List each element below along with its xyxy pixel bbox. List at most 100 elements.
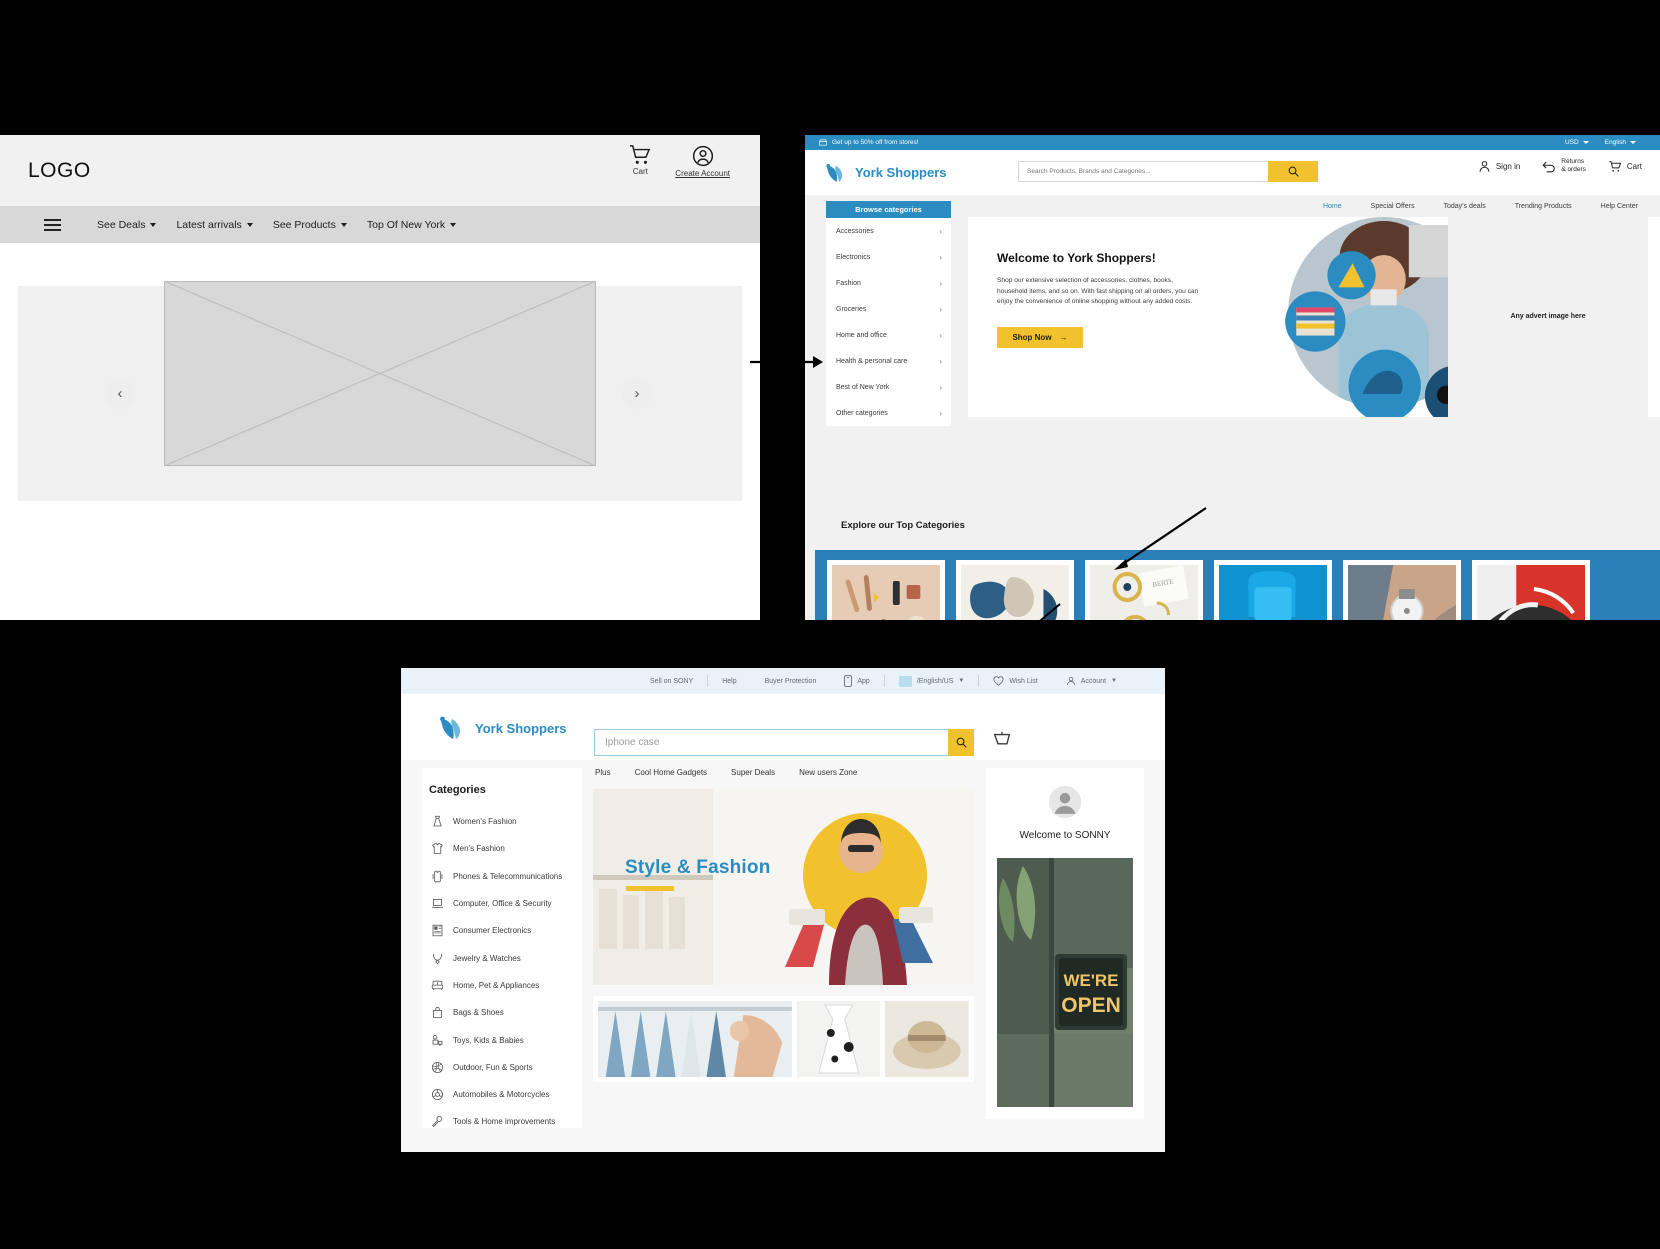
open-sign-image: WE'RE OPEN bbox=[997, 858, 1133, 1107]
placeholder-cross-icon bbox=[163, 280, 597, 467]
top-category-card-wristwatches[interactable]: Wristwatches bbox=[1343, 560, 1461, 620]
advert-placeholder: Any advert image here bbox=[1448, 217, 1648, 417]
category-item-health-personal-care[interactable]: Health & personal care › bbox=[826, 348, 951, 374]
style-fashion-banner[interactable]: Style & Fashion bbox=[593, 789, 974, 985]
brand-logo[interactable]: York Shoppers bbox=[823, 161, 947, 185]
nav-tab-special-offers[interactable]: Special Offers bbox=[1371, 203, 1415, 210]
sidebar-label: Women's Fashion bbox=[453, 817, 517, 827]
cart-button[interactable]: Cart bbox=[1608, 160, 1642, 173]
svg-text:WE'RE: WE'RE bbox=[1063, 971, 1118, 990]
user-circle-icon bbox=[692, 145, 713, 167]
chevron-right-icon: › bbox=[939, 304, 942, 314]
bag-icon bbox=[433, 1007, 442, 1018]
sidebar-item-womens-fashion[interactable]: Women's Fashion bbox=[422, 808, 582, 835]
sidebar-item-outdoor-fun-sports[interactable]: Outdoor, Fun & Sports bbox=[422, 1054, 582, 1081]
category-image-mens-sneakers bbox=[1477, 565, 1585, 620]
tab-new-users-zone[interactable]: New users Zone bbox=[799, 768, 857, 777]
sidebar-item-home-pet-appliances[interactable]: Home, Pet & Appliances bbox=[422, 972, 582, 999]
thumbnail-dress[interactable] bbox=[796, 1001, 881, 1077]
buyer-protection-link[interactable]: Buyer Protection bbox=[751, 678, 831, 685]
carousel-next-button[interactable]: › bbox=[622, 378, 652, 409]
search-button[interactable] bbox=[1268, 161, 1318, 182]
category-image-furniture bbox=[1219, 565, 1327, 620]
sidebar-label: Automobiles & Motorcycles bbox=[453, 1090, 550, 1100]
top-category-card-fashion[interactable]: Fashion bbox=[956, 560, 1074, 620]
thumbnail-clothes-rack[interactable] bbox=[598, 1001, 792, 1077]
sidebar-item-consumer-electronics[interactable]: Consumer Electronics bbox=[422, 917, 582, 944]
language-selector[interactable]: English bbox=[1605, 139, 1636, 146]
sidebar-item-jewelry-watches[interactable]: Jewelry & Watches bbox=[422, 944, 582, 971]
nav-item-see-deals[interactable]: See Deals bbox=[97, 219, 157, 231]
category-label: Health & personal care bbox=[836, 357, 908, 365]
wish-list-link[interactable]: Wish List bbox=[979, 676, 1051, 686]
sell-on-sony-link[interactable]: Sell on SONY bbox=[636, 678, 707, 685]
nav-tab-help-center[interactable]: Help Center bbox=[1601, 203, 1638, 210]
app-link[interactable]: App bbox=[830, 675, 883, 687]
returns-orders-button[interactable]: Returns & orders bbox=[1542, 158, 1586, 174]
carousel-prev-button[interactable]: ‹ bbox=[105, 378, 135, 409]
user-icon bbox=[1479, 160, 1490, 172]
account-menu[interactable]: Account ▼ bbox=[1052, 676, 1131, 686]
tab-cool-home-gadgets[interactable]: Cool Home Gadgets bbox=[635, 768, 707, 777]
sidebar-item-phones-telecommunications[interactable]: Phones & Telecommunications bbox=[422, 863, 582, 890]
nav-item-top-of-new-york[interactable]: Top Of New York bbox=[367, 219, 457, 231]
nav-tab-home[interactable]: Home bbox=[1323, 203, 1342, 210]
category-label: Accessories bbox=[836, 227, 874, 235]
top-category-card-furniture[interactable]: Furniture bbox=[1214, 560, 1332, 620]
category-item-groceries[interactable]: Groceries › bbox=[826, 296, 951, 322]
category-item-accessories[interactable]: Accessories › bbox=[826, 218, 951, 244]
cart-button[interactable]: Cart bbox=[629, 145, 651, 178]
hero-image-placeholder bbox=[163, 280, 597, 467]
thumbnail-hat[interactable] bbox=[885, 1001, 969, 1077]
sidebar-item-bags-shoes[interactable]: Bags & Shoes bbox=[422, 999, 582, 1026]
wireframe-header: LOGO Cart Create Account bbox=[0, 135, 760, 206]
sidebar-label: Phones & Telecommunications bbox=[453, 871, 563, 881]
nav-item-latest-arrivals[interactable]: Latest arrivals bbox=[176, 219, 253, 231]
sidebar-item-computer-office-security[interactable]: Computer, Office & Security bbox=[422, 890, 582, 917]
brand-logo[interactable]: York Shoppers bbox=[436, 713, 567, 743]
top-category-card-mens-sneakers[interactable]: Men's sneakers bbox=[1472, 560, 1590, 620]
sidebar-label: Toys, Kids & Babies bbox=[453, 1035, 524, 1045]
sidebar-label: Jewelry & Watches bbox=[453, 953, 521, 963]
chevron-down-icon: ▼ bbox=[1111, 678, 1117, 684]
search-button[interactable] bbox=[948, 729, 974, 756]
category-item-fashion[interactable]: Fashion › bbox=[826, 270, 951, 296]
nav-tab-todays-deals[interactable]: Today's deals bbox=[1444, 203, 1486, 210]
hamburger-menu-icon[interactable] bbox=[44, 218, 61, 231]
sidebar-item-toys-kids-babies[interactable]: Toys, Kids & Babies bbox=[422, 1026, 582, 1053]
sidebar-item-tools-home-improvements[interactable]: Tools & Home improvements bbox=[422, 1108, 582, 1135]
nav-item-see-products[interactable]: See Products bbox=[273, 219, 347, 231]
tab-super-deals[interactable]: Super Deals bbox=[731, 768, 775, 777]
wheel-icon bbox=[431, 1089, 444, 1101]
search-input[interactable] bbox=[1018, 161, 1268, 182]
cart-button[interactable] bbox=[991, 730, 1013, 757]
currency-selector[interactable]: USD bbox=[1565, 139, 1589, 146]
locale-selector[interactable]: /English/US ▼ bbox=[885, 675, 979, 687]
category-item-home-and-office[interactable]: Home and office › bbox=[826, 322, 951, 348]
returns-line1: Returns bbox=[1561, 158, 1585, 165]
category-item-electronics[interactable]: Electronics › bbox=[826, 244, 951, 270]
chevron-down-icon bbox=[1582, 141, 1589, 144]
search-input[interactable] bbox=[594, 729, 948, 756]
header-actions: Sign in Returns & orders Cart bbox=[1478, 158, 1642, 174]
category-item-other-categories[interactable]: Other categories › bbox=[826, 400, 951, 426]
furniture-image bbox=[1219, 565, 1327, 620]
brand-name: York Shoppers bbox=[855, 165, 947, 180]
create-account-button[interactable]: Create Account bbox=[675, 145, 730, 178]
nav-tab-trending-products[interactable]: Trending Products bbox=[1515, 203, 1572, 210]
tab-plus[interactable]: Plus bbox=[595, 768, 611, 777]
category-label: Best of New York bbox=[836, 383, 890, 391]
sign-in-button[interactable]: Sign in bbox=[1478, 160, 1520, 173]
dress-icon bbox=[433, 815, 442, 827]
shop-now-button[interactable]: Shop Now → bbox=[997, 327, 1083, 349]
category-item-best-of-new-york[interactable]: Best of New York › bbox=[826, 374, 951, 400]
promo-topbar: Get up to 50% off from stores! USD Engli… bbox=[805, 135, 1660, 150]
homepage-main: Home Special Offers Today's deals Trendi… bbox=[805, 195, 1660, 620]
top-category-card-beauty[interactable]: Beauty bbox=[827, 560, 945, 620]
sidebar-item-mens-fashion[interactable]: Men's Fashion bbox=[422, 835, 582, 862]
help-link[interactable]: Help bbox=[708, 678, 750, 685]
sidebar-label: Consumer Electronics bbox=[453, 926, 532, 936]
sidebar-item-automobiles-motorcycles[interactable]: Automobiles & Motorcycles bbox=[422, 1081, 582, 1108]
top-category-card-accessories[interactable]: BERTE Accessories bbox=[1085, 560, 1203, 620]
chevron-down-icon bbox=[450, 222, 457, 227]
